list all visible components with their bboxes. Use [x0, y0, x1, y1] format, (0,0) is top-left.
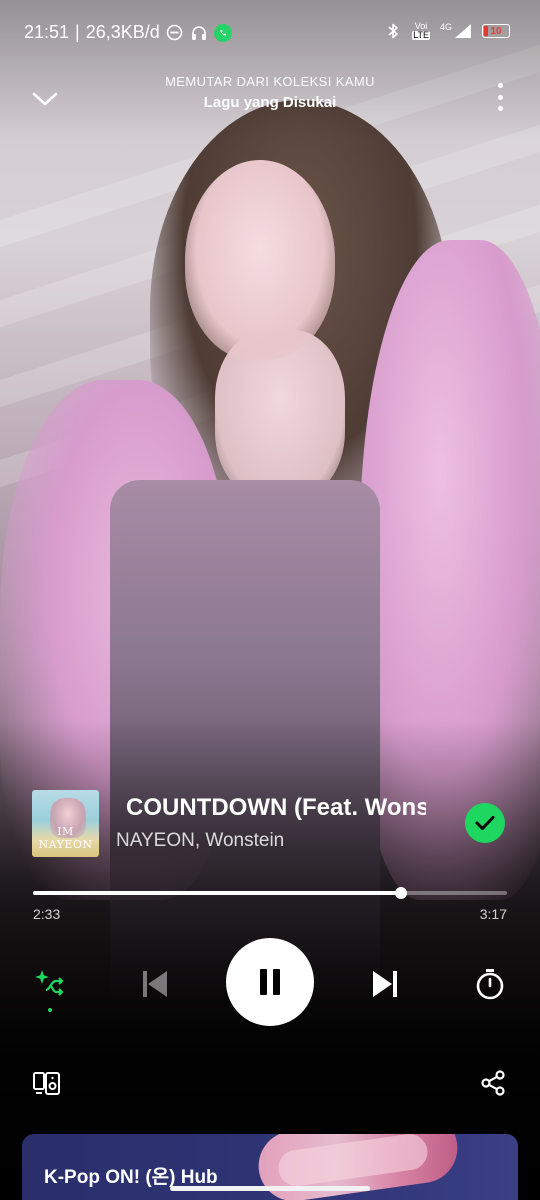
status-bar: 21:51 | 26,3KB/d Voi LTE 4G 10	[0, 0, 540, 62]
elapsed-time: 2:33	[33, 906, 61, 922]
seek-bar[interactable]	[33, 887, 507, 899]
connect-devices-button[interactable]	[30, 1066, 64, 1100]
connect-devices-icon	[33, 1072, 60, 1095]
smart-shuffle-button[interactable]	[28, 962, 72, 1012]
status-time: 21:51	[24, 22, 70, 42]
share-icon	[481, 1070, 505, 1096]
cover-text: IM NAYEON	[38, 825, 93, 851]
playback-controls	[0, 938, 540, 1028]
shuffle-active-dot	[48, 1008, 52, 1012]
bluetooth-icon	[384, 22, 402, 40]
artwork-face	[185, 160, 335, 360]
track-text: COUNTDOWN (Feat. Wonstein) NAYEON, Wonst…	[116, 794, 426, 852]
player-footer	[0, 1066, 540, 1102]
seek-progress	[33, 891, 402, 895]
track-artist[interactable]: NAYEON, Wonstein	[116, 830, 426, 852]
pause-icon	[260, 969, 280, 995]
headphones-icon	[190, 24, 208, 42]
dnd-icon	[166, 24, 184, 42]
player-header: MEMUTAR DARI KOLEKSI KAMU Lagu yang Disu…	[0, 70, 540, 130]
sleep-timer-button[interactable]	[468, 962, 512, 1006]
context-label: MEMUTAR DARI KOLEKSI KAMU	[165, 74, 375, 89]
previous-button[interactable]	[133, 962, 177, 1006]
whatsapp-icon	[213, 23, 232, 42]
playlist-name[interactable]: Lagu yang Disukai	[0, 94, 540, 111]
home-indicator[interactable]	[170, 1186, 370, 1191]
track-info: IM NAYEON COUNTDOWN (Feat. Wonstein) NAY…	[32, 790, 508, 858]
volte-icon: Voi LTE	[412, 22, 430, 40]
card-title: K-Pop ON! (온) Hub	[44, 1167, 218, 1188]
battery-fill	[484, 26, 488, 36]
playing-from: MEMUTAR DARI KOLEKSI KAMU Lagu yang Disu…	[0, 74, 540, 111]
total-time: 3:17	[479, 906, 507, 922]
status-left: 21:51 | 26,3KB/d	[24, 22, 232, 43]
skip-next-icon	[373, 971, 397, 997]
battery-level: 10	[490, 25, 502, 37]
status-separator: |	[75, 22, 80, 42]
album-cover[interactable]: IM NAYEON	[32, 790, 99, 857]
network-bottom: LTE	[412, 30, 430, 40]
skip-previous-icon	[143, 971, 167, 997]
more-options-button[interactable]	[490, 80, 510, 114]
check-icon	[475, 816, 495, 830]
signal-icon: 4G	[440, 23, 472, 39]
more-dot	[497, 83, 503, 88]
pause-button[interactable]	[226, 938, 314, 1026]
signal-type: 4G	[439, 22, 452, 32]
status-right: Voi LTE 4G 10	[384, 22, 510, 40]
more-dot	[497, 94, 503, 100]
more-dot	[497, 106, 503, 111]
seek-thumb[interactable]	[395, 887, 408, 899]
next-button[interactable]	[363, 962, 407, 1006]
liked-button[interactable]	[465, 803, 505, 843]
sleep-timer-icon	[476, 969, 504, 1000]
status-net-speed: 26,3KB/d	[85, 22, 160, 42]
smart-shuffle-icon	[35, 970, 64, 996]
battery-icon: 10	[482, 24, 510, 38]
share-button[interactable]	[476, 1066, 510, 1100]
track-title[interactable]: COUNTDOWN (Feat. Wonstein)	[116, 794, 426, 822]
